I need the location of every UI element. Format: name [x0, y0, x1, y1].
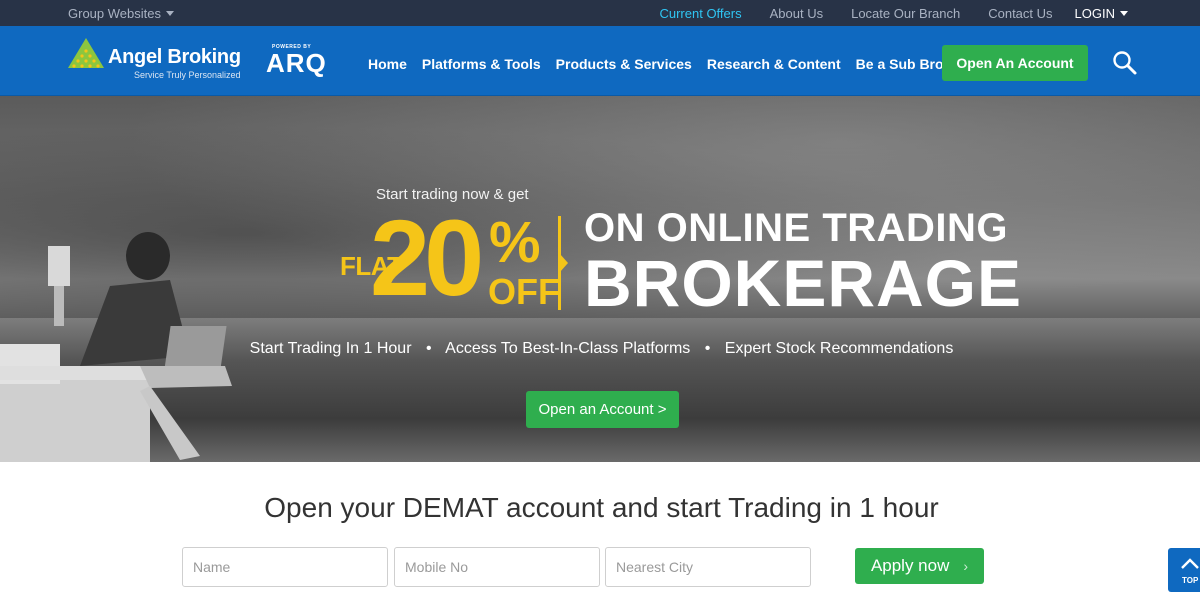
- brand-name: Angel Broking: [108, 46, 241, 68]
- search-icon[interactable]: [1112, 50, 1138, 76]
- chevron-down-icon: [1120, 11, 1128, 17]
- apply-now-button[interactable]: Apply now ›: [855, 548, 984, 584]
- chevron-right-icon: ›: [963, 558, 969, 574]
- angel-logo-icon: [68, 38, 104, 68]
- main-header: Angel Broking Service Truly Personalized…: [0, 26, 1200, 96]
- link-current-offers[interactable]: Current Offers: [659, 6, 741, 21]
- feature-item: Expert Stock Recommendations: [724, 340, 954, 357]
- man-with-laptop-illustration: [0, 232, 232, 462]
- hero-percent-value: 20: [370, 197, 484, 318]
- nav-platforms-tools[interactable]: Platforms & Tools: [422, 56, 541, 72]
- login-label: LOGIN: [1074, 6, 1115, 21]
- hero-features: Start Trading In 1 Hour • Access To Best…: [0, 340, 1200, 358]
- mobile-input[interactable]: [394, 547, 600, 587]
- city-input[interactable]: [605, 547, 811, 587]
- arrow-up-icon: [1181, 558, 1199, 569]
- open-account-button[interactable]: Open An Account: [942, 45, 1088, 81]
- brand-logo[interactable]: Angel Broking Service Truly Personalized: [68, 38, 248, 84]
- utility-nav: Current Offers About Us Locate Our Branc…: [659, 6, 1128, 21]
- feature-separator: •: [704, 340, 711, 357]
- apply-now-label: Apply now: [870, 556, 950, 575]
- form-title: Open your DEMAT account and start Tradin…: [264, 492, 939, 523]
- hero-headline-1: ON ONLINE TRADING: [584, 206, 1009, 250]
- utility-bar: Group Websites Current Offers About Us L…: [0, 0, 1200, 26]
- feature-item: Access To Best-In-Class Platforms: [445, 340, 691, 357]
- link-about-us[interactable]: About Us: [770, 6, 823, 21]
- link-contact-us[interactable]: Contact Us: [988, 6, 1052, 21]
- nav-products-services[interactable]: Products & Services: [556, 56, 692, 72]
- main-nav: Home Platforms & Tools Products & Servic…: [368, 56, 980, 72]
- arq-wordmark: ARQ: [266, 48, 327, 78]
- arq-logo: POWERED BY ARQ: [266, 44, 338, 80]
- nav-home[interactable]: Home: [368, 56, 407, 72]
- hero-percent-sign: %: [489, 210, 541, 275]
- feature-separator: •: [425, 340, 432, 357]
- group-websites-dropdown[interactable]: Group Websites: [68, 6, 174, 21]
- back-to-top-button[interactable]: TOP: [1168, 548, 1200, 592]
- hero-open-account-button[interactable]: Open an Account >: [526, 391, 679, 428]
- chevron-down-icon: [165, 11, 174, 17]
- brand-tagline: Service Truly Personalized: [134, 70, 241, 80]
- group-websites-label: Group Websites: [68, 6, 161, 21]
- back-to-top-label: TOP: [1182, 576, 1199, 585]
- name-input[interactable]: [182, 547, 388, 587]
- divider-arrow-icon: [560, 254, 568, 272]
- hero-banner: Start trading now & get FLAT 20 % OFF ON…: [0, 96, 1200, 462]
- feature-item: Start Trading In 1 Hour: [249, 340, 412, 357]
- hero-off: OFF: [488, 271, 560, 312]
- hero-headline-2: BROKERAGE: [584, 246, 1023, 320]
- login-dropdown[interactable]: LOGIN: [1075, 6, 1128, 21]
- link-locate-branch[interactable]: Locate Our Branch: [851, 6, 960, 21]
- nav-research-content[interactable]: Research & Content: [707, 56, 841, 72]
